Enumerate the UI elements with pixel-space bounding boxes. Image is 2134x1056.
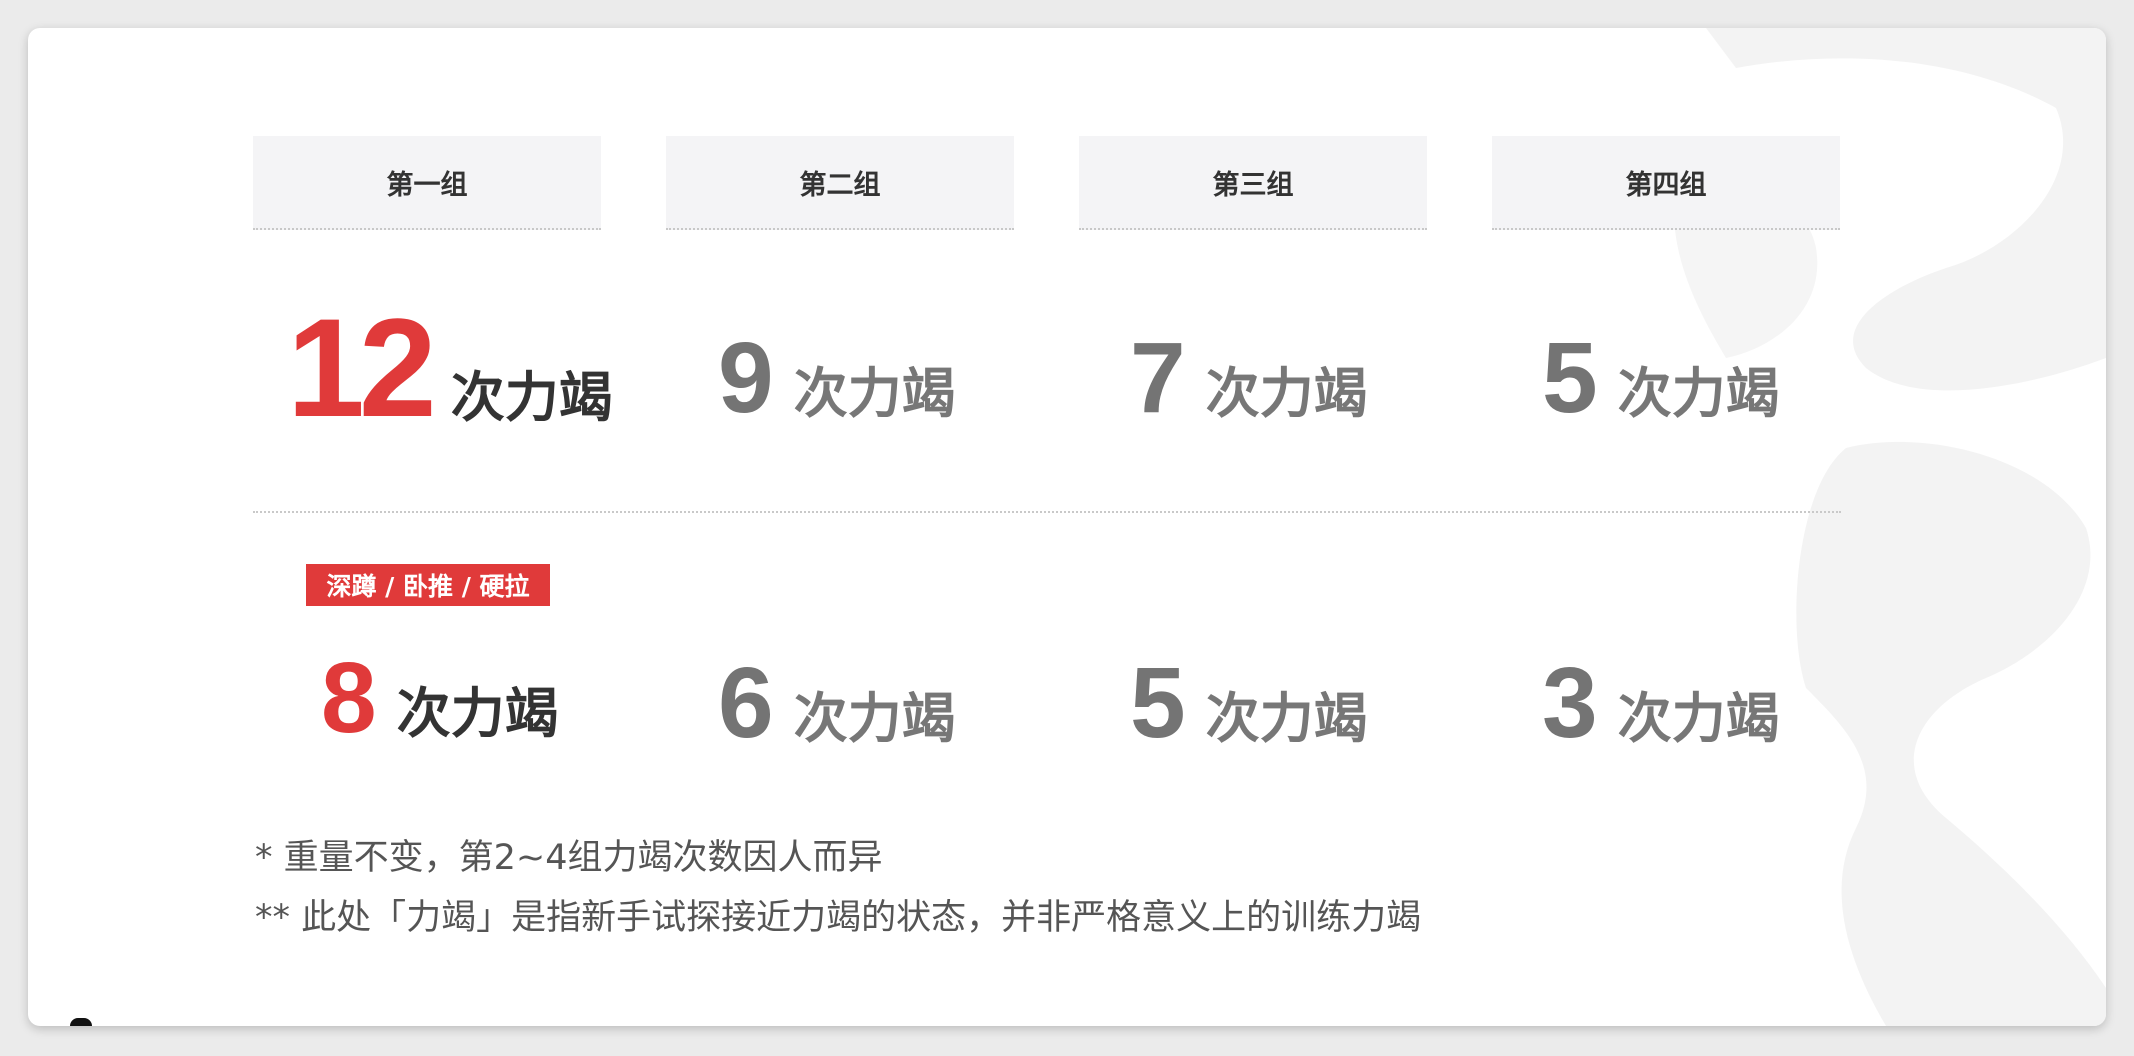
rep-count: 9 [718,322,774,434]
rep-cell-group-4: 5 次力竭 [1542,328,1780,428]
rep-count: 5 [1130,647,1186,759]
rep-cell-group-1: 12 次力竭 [287,298,613,438]
rep-count: 12 [287,289,437,446]
rep-unit: 次力竭 [396,682,559,745]
rep-cell-group-3: 7 次力竭 [1130,328,1368,428]
rep-count: 3 [1542,647,1598,759]
rep-unit: 次力竭 [450,366,613,429]
rep-count: 6 [718,647,774,759]
tab-group-4: 第四组 [1492,136,1840,230]
rep-unit: 次力竭 [793,362,956,425]
row-divider [253,511,1841,513]
footnotes: * 重量不变，第2~4组力竭次数因人而异 ** 此处「力竭」是指新手试探接近力竭… [255,828,1421,948]
rep-cell-group-1: 8 次力竭 [321,648,559,748]
tab-group-3: 第三组 [1079,136,1427,230]
rep-unit: 次力竭 [1205,362,1368,425]
exercise-badge: 深蹲 / 卧推 / 硬拉 [306,564,550,606]
slide-frame: 第一组 第二组 第三组 第四组 12 次力竭 9 次力竭 7 次力竭 5 次力竭… [28,28,2106,1026]
footnote-2: ** 此处「力竭」是指新手试探接近力竭的状态，并非严格意义上的训练力竭 [255,898,1422,938]
rep-count: 8 [321,642,377,754]
rep-cell-group-2: 9 次力竭 [718,328,956,428]
rep-unit: 次力竭 [1617,687,1780,750]
rep-cell-group-4: 3 次力竭 [1542,653,1780,753]
tab-group-2: 第二组 [666,136,1014,230]
rep-cell-group-3: 5 次力竭 [1130,653,1368,753]
rep-unit: 次力竭 [1205,687,1368,750]
rep-unit: 次力竭 [793,687,956,750]
footnote-1: * 重量不变，第2~4组力竭次数因人而异 [255,838,883,878]
rep-cell-group-2: 6 次力竭 [718,653,956,753]
tab-group-1: 第一组 [253,136,601,230]
rep-count: 7 [1130,322,1186,434]
corner-mark [70,1018,92,1026]
rep-count: 5 [1542,322,1598,434]
rep-unit: 次力竭 [1617,362,1780,425]
